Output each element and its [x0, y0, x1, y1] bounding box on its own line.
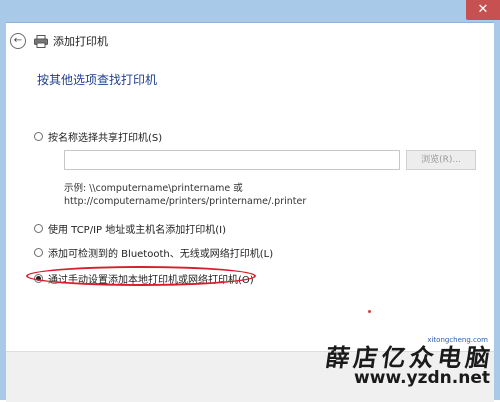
option-bluetooth-wireless[interactable]: 添加可检测到的 Bluetooth、无线或网络打印机(L) — [34, 245, 273, 260]
browse-button[interactable]: 浏览(R)... — [406, 150, 476, 170]
section-title: 按其他选项查找打印机 — [37, 73, 158, 87]
example-line-2: http://computername/printers/printername… — [64, 196, 307, 207]
red-dot — [368, 310, 371, 313]
close-button[interactable]: ✕ — [466, 0, 500, 20]
example-line-1: 示例: \\computername\printername 或 — [64, 183, 243, 194]
option-label: 使用 TCP/IP 地址或主机名添加打印机(I) — [48, 225, 226, 236]
option-label: 按名称选择共享打印机(S) — [48, 133, 163, 144]
window-header: ← 添加打印机 — [6, 31, 108, 51]
back-arrow-icon[interactable]: ← — [10, 33, 26, 49]
option-tcpip[interactable]: 使用 TCP/IP 地址或主机名添加打印机(I) — [34, 221, 226, 236]
highlight-ellipse — [26, 266, 256, 286]
option-shared-printer[interactable]: 按名称选择共享打印机(S) — [34, 129, 162, 144]
window-title: 添加打印机 — [53, 35, 108, 48]
printer-icon — [34, 34, 48, 48]
share-printer-input[interactable] — [64, 150, 400, 170]
watermark-url: www.yzdn.net — [354, 368, 490, 388]
option-label: 添加可检测到的 Bluetooth、无线或网络打印机(L) — [48, 249, 274, 260]
example-text: 示例: \\computername\printername 或 http://… — [64, 182, 306, 208]
radio-bluetooth-wireless[interactable] — [34, 248, 43, 257]
radio-tcpip[interactable] — [34, 224, 43, 233]
radio-shared-printer[interactable] — [34, 132, 43, 141]
